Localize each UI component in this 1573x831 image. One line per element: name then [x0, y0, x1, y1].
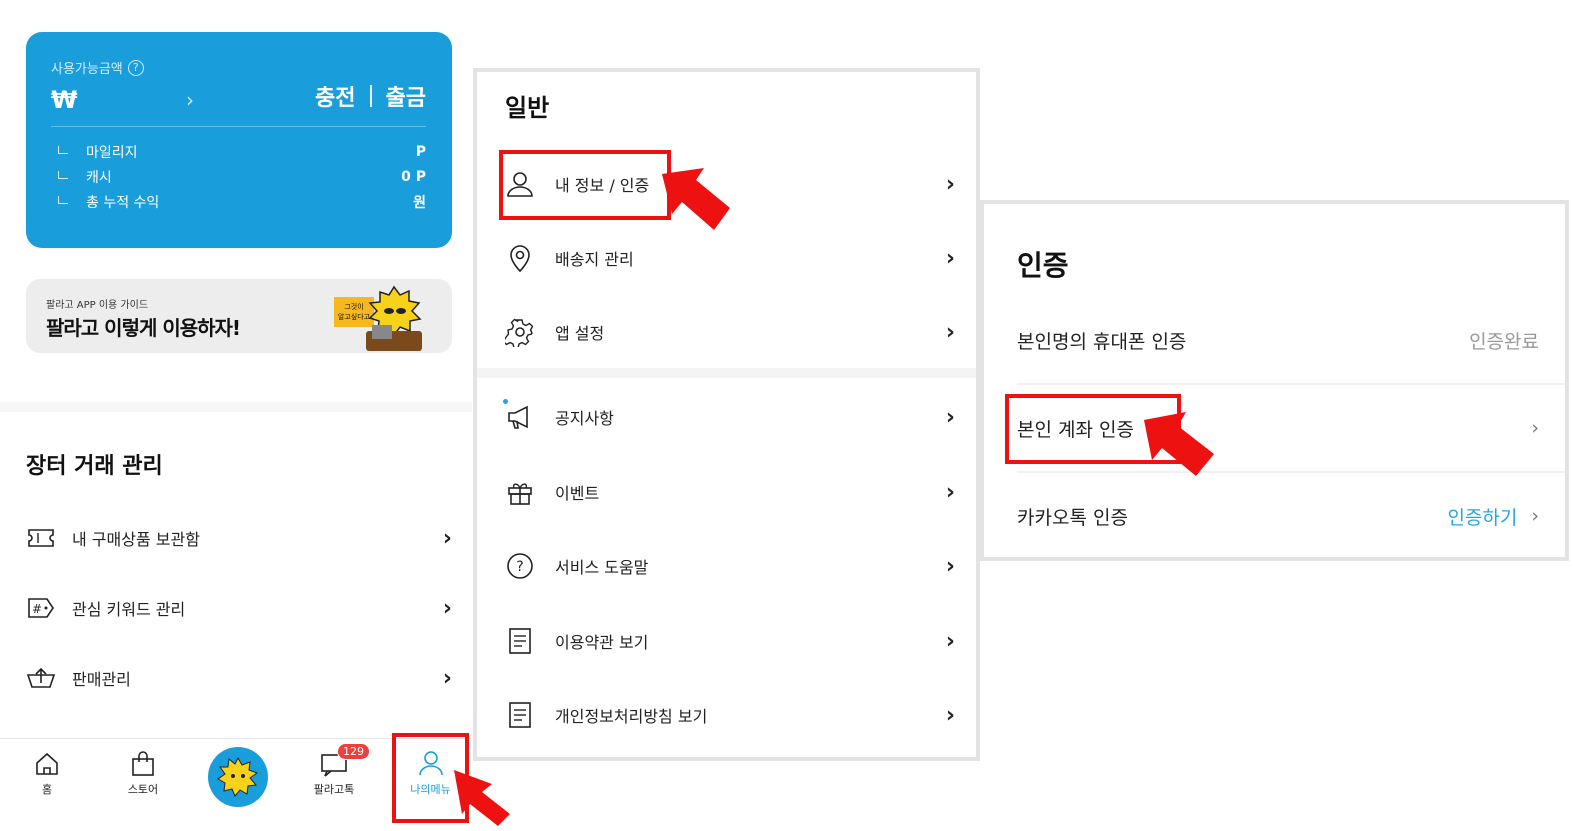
corner-icon: [58, 146, 68, 154]
available-amount-label: 사용가능금액 ?: [51, 58, 144, 77]
chevron-right-icon: ›: [1531, 417, 1539, 439]
red-arrow-pointer-icon: [662, 168, 730, 230]
chevron-right-icon: ›: [945, 319, 955, 345]
chevron-right-icon: ›: [945, 479, 955, 505]
chat-unread-badge: 129: [337, 743, 370, 760]
chevron-right-icon: ›: [945, 171, 955, 197]
svg-text:#: #: [32, 602, 42, 616]
total-earnings-row: 총 누적 수익 원: [58, 192, 426, 212]
user-icon: [417, 749, 445, 777]
purchased-items-row[interactable]: 내 구매상품 보관함 ›: [26, 518, 452, 558]
mascot-icon: 그것이 알고싶다고: [332, 283, 428, 353]
notice-row[interactable]: 공지사항 ›: [505, 397, 955, 437]
event-row[interactable]: 이벤트 ›: [505, 472, 955, 512]
chevron-right-icon: ›: [945, 702, 955, 728]
gear-icon: [505, 317, 535, 347]
account-auth-row[interactable]: 본인 계좌 인증 ›: [1017, 385, 1539, 471]
currency-symbol: ₩: [51, 86, 78, 114]
shopping-bag-icon: [130, 751, 156, 777]
privacy-policy-row[interactable]: 개인정보처리방침 보기 ›: [505, 695, 955, 735]
sell-basket-icon: [26, 663, 56, 693]
auth-status: 인증완료: [1469, 330, 1539, 353]
corner-icon: [58, 196, 68, 204]
mascot-tag-1: 그것이: [344, 302, 363, 311]
hash-tag-icon: #: [26, 593, 56, 623]
sales-management-row[interactable]: 판매관리 ›: [26, 658, 452, 698]
location-pin-icon: [505, 243, 535, 273]
market-section-title: 장터 거래 관리: [26, 454, 163, 479]
guide-headline: 팔라고 이렇게 이용하자!: [46, 316, 241, 340]
chevron-right-icon: ›: [442, 595, 452, 621]
terms-row[interactable]: 이용약관 보기 ›: [505, 621, 955, 661]
wallet-actions: 충전 출금: [315, 80, 426, 112]
bottom-tab-bar: 홈 스토어 129 팔라고톡 나의메뉴: [0, 733, 472, 831]
tab-chat[interactable]: 129 팔라고톡: [287, 739, 381, 831]
home-icon: [34, 751, 60, 777]
document-icon: [505, 700, 535, 730]
chevron-right-icon: ›: [945, 553, 955, 579]
charge-button[interactable]: 충전: [315, 80, 355, 112]
mascot-icon: [207, 746, 269, 808]
auth-panel-title: 인증: [1017, 249, 1069, 282]
chevron-right-icon: ›: [945, 245, 955, 271]
chevron-right-icon: ›: [945, 404, 955, 430]
withdraw-button[interactable]: 출금: [386, 80, 426, 112]
ticket-icon: [26, 523, 56, 553]
mileage-row: 마일리지 P: [58, 142, 426, 162]
general-panel-title: 일반: [505, 94, 550, 122]
auth-panel: 인증 본인명의 휴대폰 인증 인증완료 본인 계좌 인증 › 카카오톡 인증 인…: [980, 200, 1569, 561]
cash-row: 캐시 0 P: [58, 167, 426, 187]
chevron-right-icon: ›: [1531, 505, 1539, 527]
app-guide-banner[interactable]: 팔라고 APP 이용 가이드 팔라고 이렇게 이용하자! 그것이 알고싶다고: [26, 279, 452, 353]
chevron-right-icon: ›: [442, 525, 452, 551]
section-separator: [0, 402, 472, 412]
help-icon[interactable]: ?: [127, 59, 144, 76]
gift-icon: [505, 477, 535, 507]
tab-home[interactable]: 홈: [0, 739, 94, 831]
wallet-card: 사용가능금액 ? ₩ › 충전 출금 마일리지 P 캐시 0 P 총 누적 수익…: [26, 32, 452, 248]
keyword-management-row[interactable]: # 관심 키워드 관리 ›: [26, 588, 452, 628]
shipping-address-row[interactable]: 배송지 관리 ›: [505, 238, 955, 278]
divider: [369, 85, 372, 107]
service-help-row[interactable]: ? 서비스 도움말 ›: [505, 546, 955, 586]
kakao-auth-row[interactable]: 카카오톡 인증 인증하기 ›: [1017, 473, 1539, 559]
chevron-right-icon: ›: [945, 628, 955, 654]
red-arrow-pointer-icon: [454, 770, 510, 826]
phone-auth-row[interactable]: 본인명의 휴대폰 인증 인증완료: [1017, 297, 1539, 383]
document-icon: [505, 626, 535, 656]
kakao-auth-link[interactable]: 인증하기: [1447, 503, 1517, 530]
svg-text:?: ?: [516, 559, 523, 575]
user-icon: [505, 169, 535, 199]
app-settings-row[interactable]: 앱 설정 ›: [505, 312, 955, 352]
guide-small-text: 팔라고 APP 이용 가이드: [46, 300, 149, 311]
chevron-right-icon[interactable]: ›: [186, 88, 194, 112]
mascot-tag-2: 알고싶다고: [338, 312, 371, 321]
tab-mascot[interactable]: [191, 739, 285, 831]
help-circle-icon: ?: [505, 551, 535, 581]
red-arrow-pointer-icon: [1144, 412, 1214, 476]
chevron-right-icon: ›: [442, 665, 452, 691]
corner-icon: [58, 171, 68, 179]
megaphone-icon: [505, 402, 535, 432]
section-separator: [477, 368, 976, 378]
tab-store[interactable]: 스토어: [96, 739, 190, 831]
divider: [51, 126, 426, 127]
